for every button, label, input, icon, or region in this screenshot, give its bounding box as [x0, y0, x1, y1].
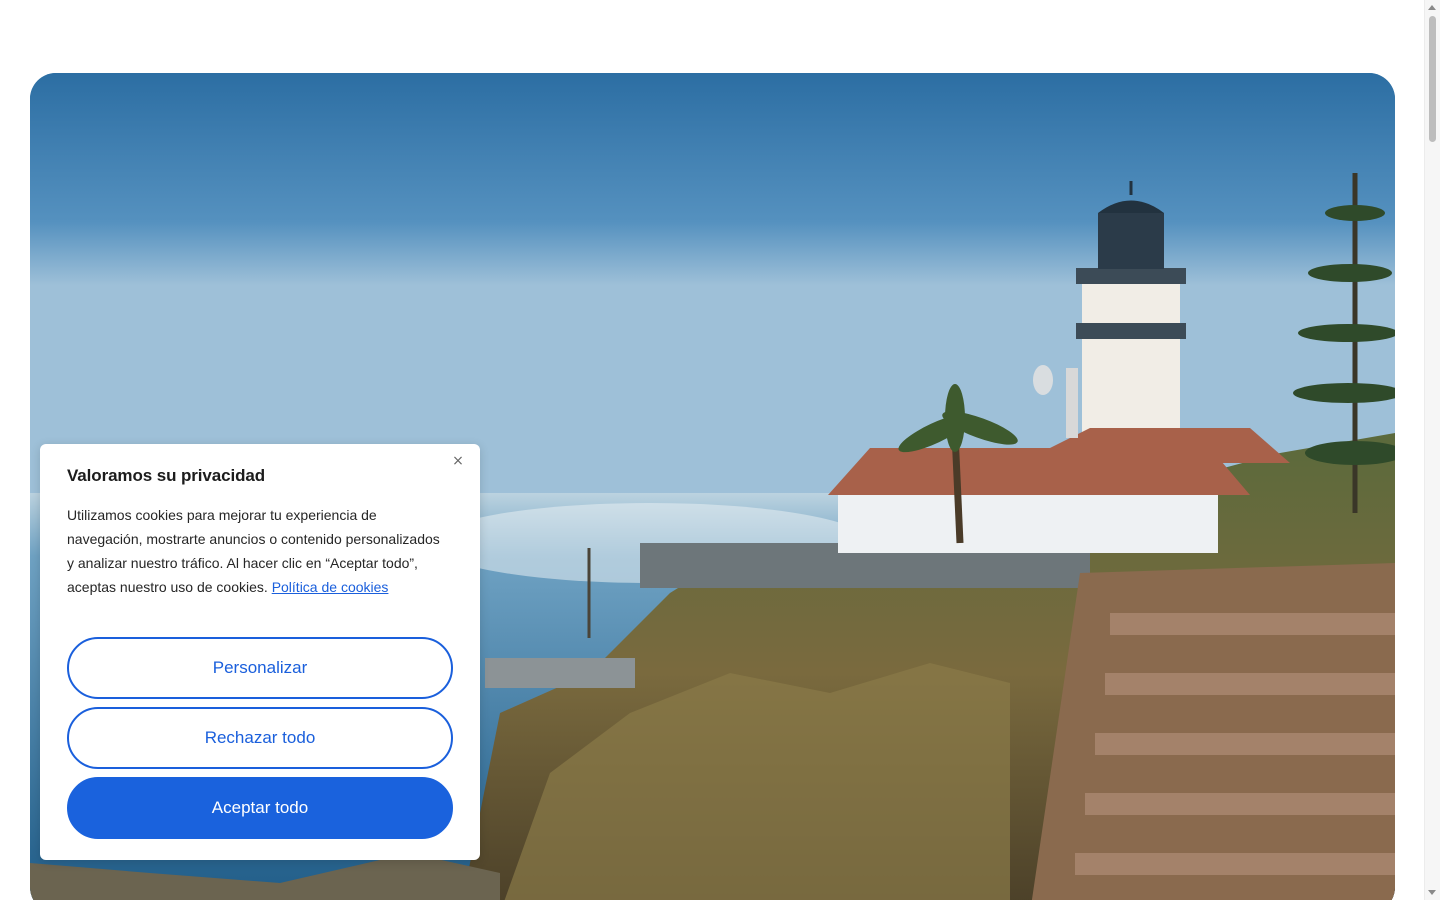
scroll-down-arrow-icon[interactable] [1428, 890, 1436, 895]
accept-all-button[interactable]: Aceptar todo [67, 777, 453, 839]
close-icon[interactable]: × [450, 453, 466, 469]
reject-all-button[interactable]: Rechazar todo [67, 707, 453, 769]
page: × Valoramos su privacidad Utilizamos coo… [0, 0, 1440, 900]
personalize-button[interactable]: Personalizar [67, 637, 453, 699]
cookie-policy-link[interactable]: Política de cookies [272, 579, 389, 595]
cookie-consent-dialog: × Valoramos su privacidad Utilizamos coo… [40, 444, 480, 860]
cookie-dialog-text: Utilizamos cookies para mejorar tu exper… [67, 503, 442, 599]
scrollbar-thumb[interactable] [1429, 16, 1436, 142]
cookie-dialog-title: Valoramos su privacidad [67, 466, 266, 485]
scroll-up-arrow-icon[interactable] [1428, 5, 1436, 10]
vertical-scrollbar[interactable] [1424, 0, 1440, 900]
